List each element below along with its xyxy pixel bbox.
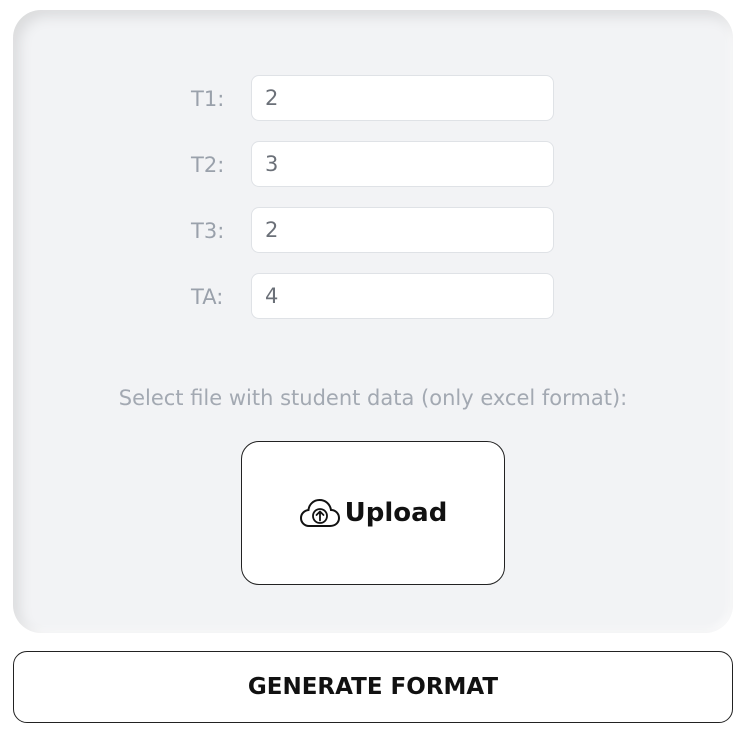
field-row-t2: T2:: [13, 141, 733, 189]
cloud-upload-icon: [299, 496, 341, 530]
field-row-ta: TA:: [13, 273, 733, 321]
field-label-t3: T3:: [191, 219, 225, 243]
upload-button[interactable]: Upload: [241, 441, 505, 585]
t1-input[interactable]: [251, 75, 554, 121]
field-label-t1: T1:: [191, 87, 225, 111]
field-row-t3: T3:: [13, 207, 733, 255]
form-panel: T1: T2: T3: TA: Select file with student…: [13, 10, 733, 633]
field-label-t2: T2:: [191, 153, 225, 177]
upload-label: Upload: [344, 498, 448, 528]
field-row-t1: T1:: [13, 75, 733, 123]
t2-input[interactable]: [251, 141, 554, 187]
ta-input[interactable]: [251, 273, 554, 319]
upload-hint: Select file with student data (only exce…: [118, 386, 628, 410]
t3-input[interactable]: [251, 207, 554, 253]
generate-format-button[interactable]: GENERATE FORMAT: [13, 651, 733, 723]
field-label-ta: TA:: [191, 285, 224, 309]
